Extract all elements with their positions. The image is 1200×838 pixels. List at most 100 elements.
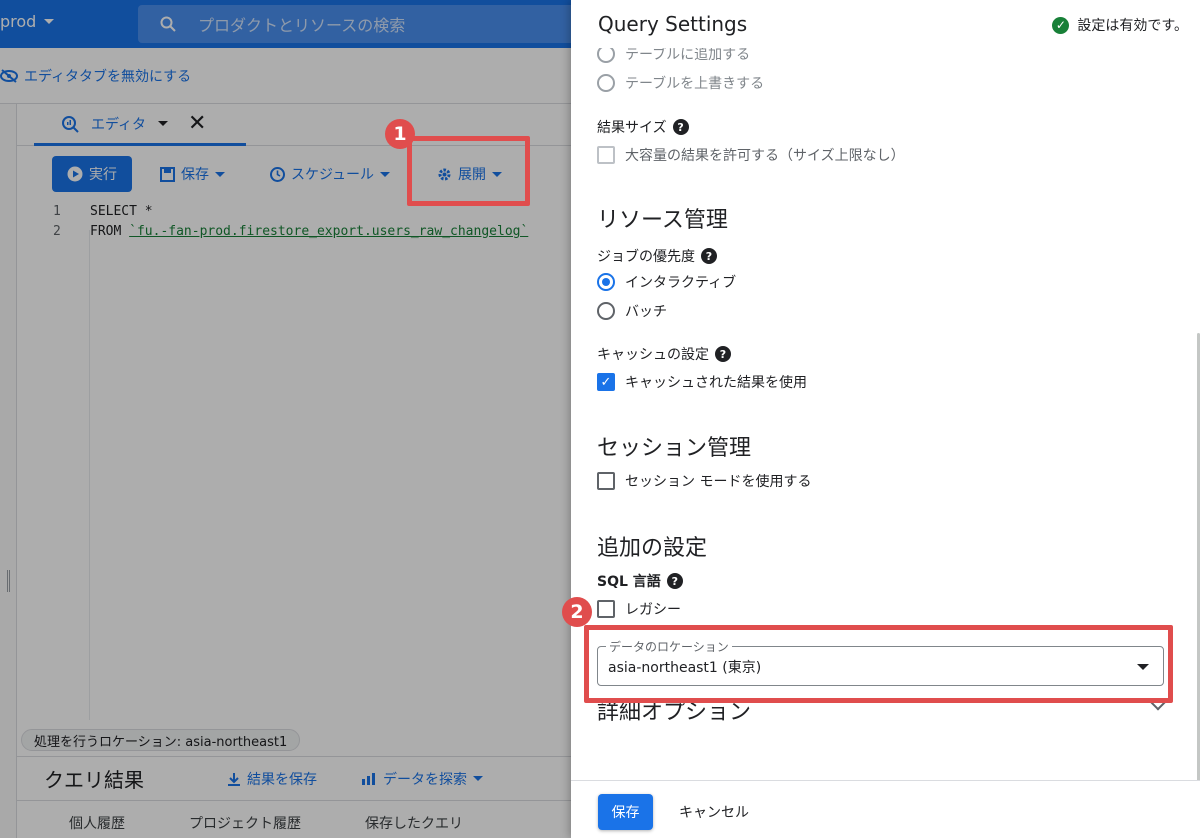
tab-editor[interactable]: エディタ ✕ — [34, 104, 246, 146]
status-indicator: ✓ 設定は有効です。 — [1052, 15, 1188, 35]
data-location-legend: データのロケーション — [606, 638, 732, 655]
checkbox-use-cached-results[interactable]: ✓ キャッシュされた結果を使用 — [597, 372, 807, 392]
help-icon[interactable]: ? — [701, 248, 717, 264]
legacy-sql-label: レガシー — [625, 602, 681, 618]
status-text: 設定は有効です。 — [1077, 18, 1188, 34]
sql-dialect-label: SQL 言語 ? — [597, 571, 683, 591]
sql-keyword: FROM — [90, 224, 122, 239]
download-icon — [228, 772, 240, 786]
table-reference[interactable]: `fu.-fan-prod.firestore_export.users_raw… — [129, 224, 528, 239]
help-icon[interactable]: ? — [715, 346, 731, 362]
chart-icon — [362, 772, 375, 785]
chevron-down-icon — [492, 171, 502, 177]
checkbox-box[interactable] — [597, 600, 615, 618]
location-chip: 処理を行うロケーション: asia-northeast1 — [21, 729, 301, 751]
checkbox-allow-large-results[interactable]: 大容量の結果を許可する（サイズ上限なし） — [597, 145, 905, 165]
query-toolbar: 実行 保存 スケジュール 展開 — [17, 146, 571, 202]
code-editor[interactable]: 1 SELECT * 2 FROM `fu.-fan-prod.firestor… — [17, 202, 571, 722]
radio-overwrite-table[interactable]: テーブルを上書きする — [597, 73, 764, 93]
line-number: 2 — [53, 224, 61, 239]
result-size-label: 結果サイズ ? — [597, 117, 689, 137]
chevron-down-icon — [473, 776, 483, 781]
radio-batch[interactable]: バッチ — [597, 301, 667, 321]
job-priority-label: ジョブの優先度 ? — [597, 246, 717, 266]
resize-handle[interactable] — [7, 570, 10, 592]
explore-data-button[interactable]: データを探索 — [361, 769, 483, 789]
results-header: クエリ結果 結果を保存 データを探索 — [17, 756, 571, 800]
data-location-value: asia-northeast1 (東京) — [608, 660, 762, 676]
radio-interactive-label: インタラクティブ — [625, 275, 737, 291]
radio-circle[interactable] — [597, 302, 615, 320]
close-icon[interactable]: ✕ — [188, 111, 206, 136]
additional-settings-heading: 追加の設定 — [597, 536, 708, 561]
radio-circle[interactable] — [597, 74, 615, 92]
radio-batch-label: バッチ — [625, 304, 667, 320]
top-bar: prod プロダクトとリソースの検索 — [0, 0, 571, 48]
job-priority-text: ジョブの優先度 — [597, 249, 695, 265]
session-management-heading: セッション管理 — [597, 436, 752, 461]
advanced-options-toggle[interactable]: 詳細オプション — [597, 693, 1167, 725]
radio-circle[interactable] — [597, 48, 615, 63]
project-label: prod — [0, 12, 37, 31]
checkbox-box[interactable]: ✓ — [597, 373, 615, 391]
query-icon — [62, 115, 79, 133]
cache-settings-text: キャッシュの設定 — [597, 347, 709, 363]
tab-project-history[interactable]: プロジェクト履歴 — [189, 813, 301, 833]
save-button[interactable]: 保存 — [598, 794, 653, 830]
disable-editor-tabs-button[interactable]: エディタタブを無効にする — [0, 66, 191, 86]
radio-append-table[interactable]: テーブルに追加する — [597, 48, 750, 64]
code-line: FROM `fu.-fan-prod.firestore_export.user… — [90, 224, 528, 239]
run-button[interactable]: 実行 — [52, 156, 132, 192]
resource-management-heading: リソース管理 — [597, 208, 728, 233]
search-placeholder: プロダクトとリソースの検索 — [198, 16, 406, 35]
panel-title: Query Settings — [598, 12, 748, 36]
gutter-divider — [89, 230, 90, 720]
checkbox-box[interactable] — [597, 472, 615, 490]
save-menu-button[interactable]: 保存 — [160, 156, 225, 192]
bigquery-workspace: prod プロダクトとリソースの検索 エディタタブを無効にする エディタ ✕ 実… — [0, 0, 571, 838]
dropdown-arrow-icon — [1137, 664, 1149, 670]
sub-toolbar: エディタタブを無効にする — [0, 48, 571, 104]
panel-footer: 保存 キャンセル — [571, 780, 1200, 838]
checkbox-session-mode[interactable]: セッション モードを使用する — [597, 471, 811, 491]
gear-icon — [438, 168, 451, 180]
checkbox-box[interactable] — [597, 146, 615, 164]
disable-editor-tabs-label: エディタタブを無効にする — [24, 68, 192, 85]
history-tabs: 個人履歴 プロジェクト履歴 保存したクエリ — [17, 800, 571, 838]
code-line: SELECT * — [90, 204, 153, 219]
help-icon[interactable]: ? — [666, 573, 683, 589]
annotation-marker-1: 1 — [385, 119, 415, 149]
panel-header: Query Settings ✓ 設定は有効です。 — [571, 0, 1200, 48]
cancel-button[interactable]: キャンセル — [679, 802, 749, 822]
checkbox-legacy-sql[interactable]: レガシー — [597, 599, 681, 619]
tab-editor-label: エディタ — [91, 116, 147, 133]
data-location-select[interactable]: データのロケーション asia-northeast1 (東京) — [597, 638, 1164, 686]
expand-button[interactable]: 展開 — [437, 156, 502, 192]
project-selector[interactable]: prod — [0, 12, 55, 31]
line-number: 1 — [53, 204, 61, 219]
chevron-down-icon — [215, 171, 225, 177]
check-circle-icon: ✓ — [1052, 16, 1070, 34]
tab-personal-history[interactable]: 個人履歴 — [69, 813, 125, 833]
radio-interactive[interactable]: インタラクティブ — [597, 272, 736, 292]
query-settings-panel: Query Settings ✓ 設定は有効です。 テーブルに追加する テーブル… — [571, 0, 1200, 838]
chevron-down-icon — [1149, 693, 1167, 711]
results-title: クエリ結果 — [44, 768, 144, 792]
search-bar[interactable]: プロダクトとリソースの検索 — [138, 5, 571, 43]
save-icon — [160, 166, 175, 182]
save-menu-label: 保存 — [181, 167, 209, 183]
schedule-button[interactable]: スケジュール — [270, 156, 391, 192]
tab-saved-queries[interactable]: 保存したクエリ — [365, 813, 463, 833]
chevron-down-icon[interactable] — [158, 121, 169, 126]
schedule-label: スケジュール — [291, 167, 375, 183]
help-icon[interactable]: ? — [672, 119, 689, 135]
save-results-label: 結果を保存 — [247, 771, 317, 788]
left-rail — [0, 104, 17, 838]
visibility-off-icon — [0, 68, 18, 83]
radio-circle[interactable] — [597, 273, 615, 291]
play-icon — [67, 166, 83, 182]
search-icon — [160, 16, 176, 32]
result-size-text: 結果サイズ — [597, 120, 667, 136]
save-results-button[interactable]: 結果を保存 — [227, 769, 317, 789]
annotation-marker-2: 2 — [562, 597, 592, 627]
